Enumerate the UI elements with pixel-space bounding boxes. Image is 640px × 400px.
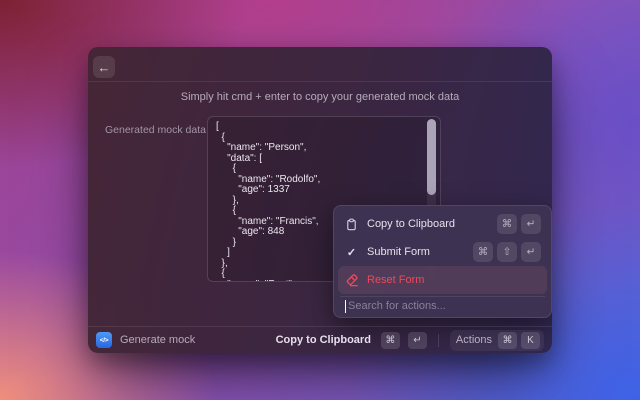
cmd-key: ⌘ bbox=[473, 242, 493, 262]
action-item-copy-to-clipboard[interactable]: Copy to Clipboard ⌘ ↵ bbox=[338, 210, 547, 238]
scrollbar-thumb[interactable] bbox=[427, 119, 436, 195]
cmd-key: ⌘ bbox=[381, 332, 400, 349]
footer-divider bbox=[438, 334, 439, 347]
cmd-key: ⌘ bbox=[498, 332, 517, 349]
back-button[interactable]: ← bbox=[93, 56, 115, 78]
raycast-window: ← Simply hit cmd + enter to copy your ge… bbox=[88, 47, 552, 353]
actions-button[interactable]: Actions ⌘ K bbox=[450, 330, 544, 351]
primary-action-button[interactable]: Copy to Clipboard bbox=[276, 334, 371, 346]
action-item-reset-form[interactable]: Reset Form bbox=[338, 266, 547, 294]
action-item-submit-form[interactable]: ✓ Submit Form ⌘ ⇧ ↵ bbox=[338, 238, 547, 266]
panel-divider bbox=[340, 296, 545, 297]
action-item-label: Reset Form bbox=[367, 274, 541, 286]
action-panel: Copy to Clipboard ⌘ ↵ ✓ Submit Form ⌘ ⇧ … bbox=[333, 205, 552, 318]
checkmark-icon: ✓ bbox=[344, 246, 359, 259]
window-header: ← bbox=[88, 47, 552, 82]
action-item-label: Submit Form bbox=[367, 246, 465, 258]
text-cursor bbox=[345, 300, 346, 313]
cmd-key: ⌘ bbox=[497, 214, 517, 234]
enter-key: ↵ bbox=[521, 242, 541, 262]
extension-name: Generate mock bbox=[120, 334, 195, 346]
enter-key: ↵ bbox=[408, 332, 427, 349]
shortcut-keys: ⌘ ⇧ ↵ bbox=[473, 242, 541, 262]
action-search-row bbox=[338, 299, 547, 313]
clipboard-icon bbox=[344, 218, 359, 231]
back-arrow-icon: ← bbox=[98, 60, 111, 75]
shortcut-keys: ⌘ ↵ bbox=[497, 214, 541, 234]
code-icon: </> bbox=[96, 332, 112, 348]
shift-key: ⇧ bbox=[497, 242, 517, 262]
enter-key: ↵ bbox=[521, 214, 541, 234]
k-key: K bbox=[521, 332, 540, 349]
hint-text: Simply hit cmd + enter to copy your gene… bbox=[88, 91, 552, 103]
footer-bar: </> Generate mock Copy to Clipboard ⌘ ↵ … bbox=[88, 326, 552, 353]
action-search-input[interactable] bbox=[348, 300, 540, 312]
textarea-label: Generated mock data bbox=[105, 116, 207, 282]
eraser-icon bbox=[344, 273, 359, 287]
action-item-label: Copy to Clipboard bbox=[367, 218, 489, 230]
